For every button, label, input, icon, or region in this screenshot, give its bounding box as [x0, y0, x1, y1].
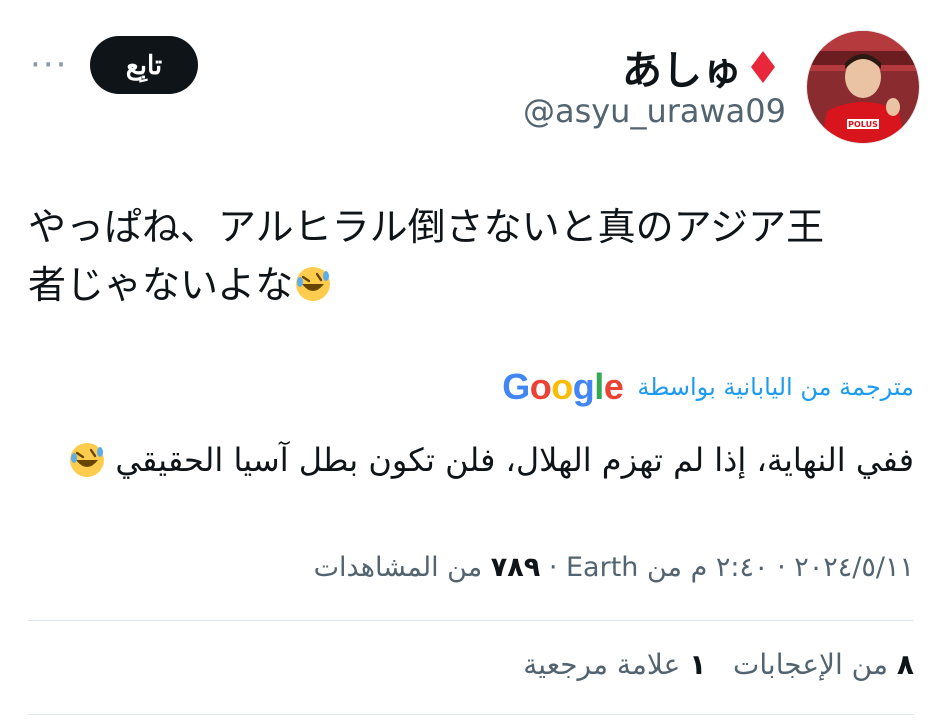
engagement-stats: ٨ من الإعجابات ١ علامة مرجعية [523, 648, 914, 681]
bookmarks-label: علامة مرجعية [523, 648, 681, 681]
more-options-icon[interactable]: ··· [30, 48, 68, 82]
translated-by-row[interactable]: Google مترجمة من اليابانية بواسطة [502, 366, 914, 408]
views-count: ٧٨٩ [490, 552, 541, 583]
likes-stat[interactable]: ٨ من الإعجابات [733, 648, 914, 681]
translated-by-label[interactable]: مترجمة من اليابانية بواسطة [637, 373, 914, 401]
user-handle[interactable]: @asyu_urawa09 [523, 92, 786, 130]
bookmarks-count: ١ [689, 648, 707, 681]
google-logo: Google [502, 366, 624, 407]
rolling-laughing-emoji-icon [296, 267, 331, 301]
tweet-date[interactable]: ٢٠٢٤/٥/١١ [794, 552, 914, 583]
divider [28, 620, 914, 621]
translated-text-content: ففي النهاية، إذا لم تهزم الهلال، فلن تكو… [115, 441, 914, 479]
rolling-laughing-emoji-icon [70, 443, 105, 477]
likes-label: من الإعجابات [733, 648, 888, 681]
translated-text: ففي النهاية، إذا لم تهزم الهلال، فلن تكو… [67, 440, 914, 480]
tweet-text-line2-wrap: 者じゃないよな [28, 256, 908, 314]
display-name[interactable]: あしゅ [622, 38, 776, 96]
tweet-text-line1: やっぱね、アルヒラル倒さないと真のアジア王 [28, 205, 825, 249]
display-name-text: あしゅ [622, 48, 742, 94]
avatar-image: POLUS [807, 31, 919, 143]
follow-button[interactable]: تابِع [90, 36, 198, 94]
divider [28, 714, 914, 715]
bookmarks-stat[interactable]: ١ علامة مرجعية [523, 648, 706, 681]
tweet-source: من Earth [566, 552, 683, 583]
tweet-meta: ٢٠٢٤/٥/١١ · ٢:٤٠ م من Earth · ٧٨٩ من الم… [313, 552, 914, 583]
tweet-text-line2: 者じゃないよな [28, 263, 294, 307]
svg-text:POLUS: POLUS [848, 120, 878, 129]
tweet-time[interactable]: ٢:٤٠ م [691, 552, 769, 583]
likes-count: ٨ [896, 648, 914, 681]
views-label: من المشاهدات [313, 552, 483, 583]
tweet-text: やっぱね、アルヒラル倒さないと真のアジア王 者じゃないよな [28, 198, 908, 314]
avatar[interactable]: POLUS [806, 30, 920, 144]
red-diamond-icon [751, 51, 775, 83]
